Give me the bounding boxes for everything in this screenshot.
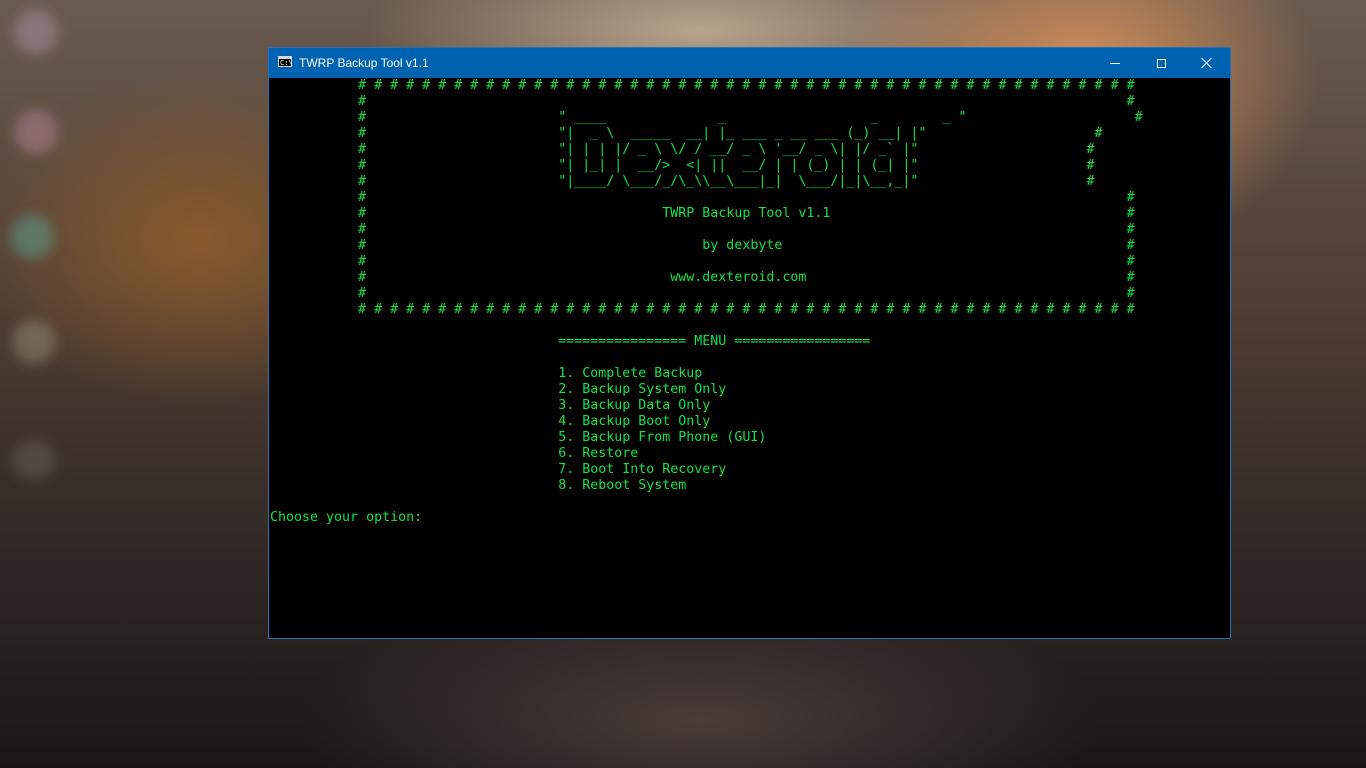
prompt-input[interactable]: Choose your option: — [270, 510, 430, 526]
close-icon — [1201, 57, 1213, 69]
console-line: # # — [270, 254, 1135, 269]
menu-item: 6. Restore — [270, 446, 639, 461]
menu-item: 4. Backup Boot Only — [270, 414, 711, 429]
desktop-shortcut-blur — [14, 10, 58, 54]
console-line: # "| | | |/ _ \ \/ / __/ _ \ '__/ _ \| |… — [270, 142, 1095, 157]
console-icon: C:\ — [278, 56, 293, 67]
maximize-button[interactable] — [1138, 48, 1184, 78]
console-line: # TWRP Backup Tool v1.1 # — [270, 206, 1135, 221]
menu-item: 7. Boot Into Recovery — [270, 462, 727, 477]
console-line: # "| _ \ _____ __| |_ ___ _ __ ___ (_) _… — [270, 126, 1103, 141]
console-line: # # # # # # # # # # # # # # # # # # # # … — [270, 78, 1135, 93]
console-line: # " ____ _ _ _ " # — [270, 110, 1143, 125]
console-line: # www.dexteroid.com # — [270, 270, 1135, 285]
window-title: TWRP Backup Tool v1.1 — [299, 56, 429, 70]
console-output[interactable]: # # # # # # # # # # # # # # # # # # # # … — [270, 78, 1228, 638]
console-line: # # — [270, 222, 1135, 237]
title-bar[interactable]: C:\ TWRP Backup Tool v1.1 — [269, 48, 1230, 78]
console-line: # by dexbyte # — [270, 238, 1135, 253]
menu-item: 2. Backup System Only — [270, 382, 727, 397]
desktop-shortcut-blur — [14, 110, 58, 154]
console-line: # "| |_| | __/> <| || __/ | | (_) | | (_… — [270, 158, 1095, 173]
console-line: # "|____/ \___/_/\_\\__\___|_| \___/|_|\… — [270, 174, 1095, 189]
desktop-shortcut-blur — [12, 440, 56, 480]
menu-item: 8. Reboot System — [270, 478, 687, 493]
maximize-icon — [1156, 58, 1166, 68]
console-line: # # — [270, 286, 1135, 301]
desktop-shortcut-blur — [12, 320, 56, 364]
menu-item: 3. Backup Data Only — [270, 398, 711, 413]
menu-item: 1. Complete Backup — [270, 366, 703, 381]
console-line: # # — [270, 190, 1135, 205]
console-line: # # # # # # # # # # # # # # # # # # # # … — [270, 302, 1135, 317]
console-window: C:\ TWRP Backup Tool v1.1 # # # # # # # … — [269, 48, 1230, 638]
console-line: ================ MENU ================= — [270, 334, 871, 349]
menu-item: 5. Backup From Phone (GUI) — [270, 430, 767, 445]
console-line: # # — [270, 94, 1135, 109]
minimize-icon — [1110, 62, 1120, 64]
desktop-shortcut-blur — [10, 215, 54, 259]
minimize-button[interactable] — [1092, 48, 1138, 78]
close-button[interactable] — [1184, 48, 1230, 78]
